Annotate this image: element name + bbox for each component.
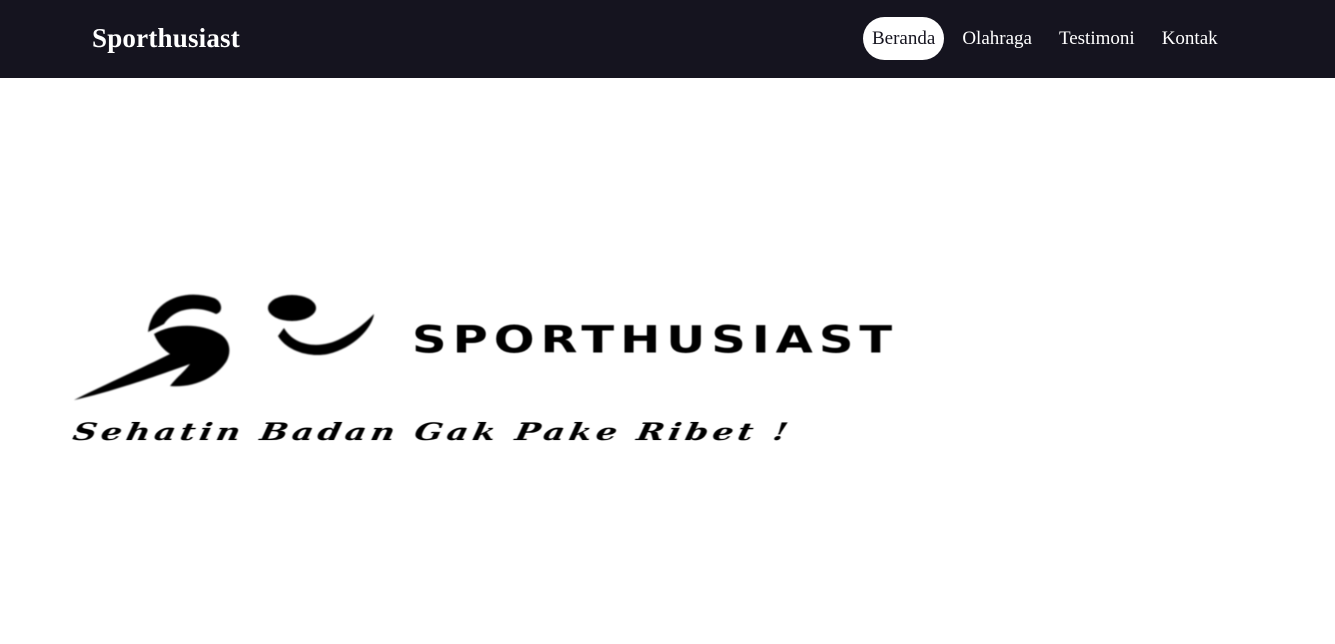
nav-item-kontak[interactable]: Kontak [1153, 17, 1227, 60]
runner-icon [74, 294, 374, 400]
navbar: Sporthusiast Beranda Olahraga Testimoni … [0, 0, 1335, 78]
main-nav: Beranda Olahraga Testimoni Kontak [863, 17, 1236, 60]
hero-tagline: Sehatin Badan Gak Pake Ribet ! [70, 418, 795, 447]
hero-logo-text: SPORTHUSIAST [412, 318, 899, 362]
brand-logo-text[interactable]: Sporthusiast [92, 20, 240, 56]
nav-item-olahraga[interactable]: Olahraga [953, 17, 1041, 60]
nav-item-testimoni[interactable]: Testimoni [1050, 17, 1144, 60]
nav-item-beranda[interactable]: Beranda [863, 17, 945, 60]
